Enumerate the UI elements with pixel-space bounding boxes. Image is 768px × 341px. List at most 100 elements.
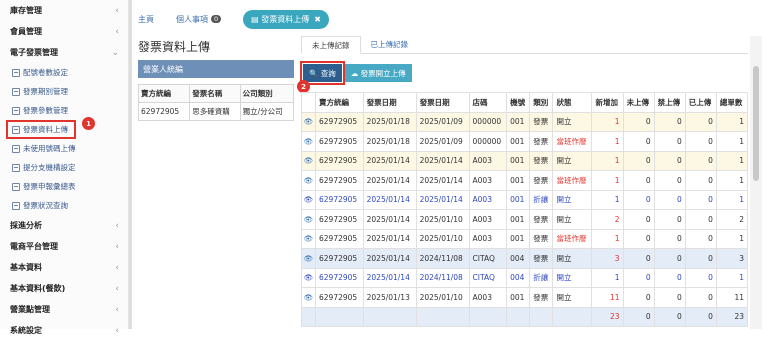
table-cell: 開立 (552, 287, 593, 308)
column-header: 新增加 (591, 92, 624, 113)
column-header: 類別 (529, 92, 554, 113)
column-header: 機號 (506, 92, 531, 113)
table-cell: 0 (684, 287, 717, 308)
table-cell: 2025/01/14 (362, 228, 417, 249)
table-cell: 2024/11/08 (415, 248, 470, 269)
sidebar-subitem[interactable]: 配號卷數設定 (0, 63, 128, 82)
sidebar-item-sites[interactable]: 營業點管理 ‹ (0, 299, 128, 320)
sidebar-item-label: 基本資料 (10, 263, 42, 272)
table-row[interactable]: 👁 62972905 2025/01/14 2025/01/14 A003 001 發票 開立… (301, 150, 749, 171)
table-cell: A003 (468, 170, 508, 191)
button-label: 發票開立上傳 (360, 68, 406, 78)
sidebar-item-einvoice[interactable]: 電子發票管理 ⌄ (0, 42, 128, 63)
view-icon[interactable]: 👁 (301, 267, 316, 288)
sidebar-subitem[interactable]: 未使用號碼上傳 (0, 139, 128, 158)
sidebar-subitem[interactable]: 發票參數管理 (0, 101, 128, 120)
view-icon[interactable]: 👁 (301, 248, 316, 269)
table-cell (506, 306, 531, 327)
tab-uploaded[interactable]: 已上傳記錄 (361, 36, 419, 53)
table-cell: 001 (506, 287, 531, 308)
table-cell: 2025/01/13 (362, 287, 417, 308)
table-cell: 62972905 (315, 267, 364, 288)
view-icon[interactable]: 👁 (301, 150, 316, 171)
table-cell: 001 (506, 150, 531, 171)
table-row[interactable]: 👁 62972905 2025/01/18 2025/01/09 000000 001 發票… (301, 111, 749, 132)
view-icon[interactable]: 👁 (301, 111, 316, 132)
table-cell: 1 (715, 228, 749, 249)
view-icon[interactable]: 👁 (301, 209, 316, 230)
table-cell: 001 (506, 209, 531, 230)
table-row[interactable]: 👁 62972905 2025/01/14 2025/01/14 A003 001 發票 當班… (301, 170, 749, 191)
sidebar-item-basic-food[interactable]: 基本資料(餐飲) ‹ (0, 278, 128, 299)
table-cell: CITAQ (468, 267, 508, 288)
table-cell: 1 (715, 150, 749, 171)
table-cell: 開立 (552, 248, 593, 269)
tab-home[interactable]: 主頁 (138, 14, 154, 25)
scrollbar[interactable] (750, 36, 762, 329)
sidebar-item-label: 電商平台管理 (10, 242, 58, 251)
view-icon[interactable]: 👁 (301, 131, 316, 152)
close-icon[interactable]: ✖ (314, 15, 321, 24)
table-cell: 當班作廢 (552, 131, 593, 152)
sidebar-subitem[interactable]: 發票申報彙總表 (0, 177, 128, 196)
table-cell: 62972905 (315, 131, 364, 152)
table-row[interactable]: 👁 62972905 2025/01/14 2025/01/10 A003 001 發票 開立… (301, 209, 749, 230)
sidebar-item-label: 營業點管理 (10, 305, 50, 314)
sidebar-subitem-label: 發票申報彙總表 (23, 182, 76, 191)
table-cell: A003 (468, 228, 508, 249)
upload-button[interactable]: ☁ 發票開立上傳 (344, 64, 412, 82)
sidebar-subitem[interactable]: 發票期別管理 (0, 82, 128, 101)
form-icon (12, 201, 20, 210)
view-icon[interactable]: 👁 (301, 287, 316, 308)
records-panel: 未上傳記錄 已上傳記錄 🔍 查詢 ☁ 發票開立上傳 2 賣方統編 發票日期 發票… (297, 36, 749, 327)
table-cell: 62972905 (315, 287, 364, 308)
sidebar-subitem[interactable]: 提分支機構設定 (0, 158, 128, 177)
tab-label: 發票資料上傳 (261, 14, 310, 24)
sidebar-item-analysis[interactable]: 採進分析 ‹ (0, 215, 128, 236)
table-cell (362, 306, 417, 327)
table-cell: 001 (506, 228, 531, 249)
table-row[interactable]: 👁 62972905 2025/01/14 2024/11/08 CITAQ 004 折讓開… (301, 267, 749, 288)
table-cell: 0 (684, 248, 717, 269)
column-header (301, 92, 316, 113)
table-cell: 11 (715, 287, 749, 308)
table-cell: 1 (591, 150, 624, 171)
view-icon[interactable]: 👁 (301, 189, 316, 210)
table-cell: 2025/01/14 (415, 150, 470, 171)
table-cell: 當班作廢 (552, 170, 593, 191)
table-cell: 2 (715, 209, 749, 230)
table-cell: 0 (684, 170, 717, 191)
table-cell: 2025/01/14 (415, 189, 470, 210)
table-cell: 0 (622, 209, 655, 230)
table-cell: 2 (591, 209, 624, 230)
table-row[interactable]: 👁 62972905 2025/01/18 2025/01/09 000000 001 發票… (301, 131, 749, 152)
table-cell: 0 (653, 131, 686, 152)
view-icon[interactable]: 👁 (301, 228, 316, 249)
tab-invoice-upload[interactable]: ▤ 發票資料上傳 ✖ (243, 9, 329, 29)
sidebar-subitem[interactable]: 發票狀況查詢 (0, 196, 128, 215)
view-icon[interactable]: 👁 (301, 170, 316, 191)
sidebar-item-members[interactable]: 會員管理 ‹ (0, 21, 128, 42)
sidebar-item-ecommerce[interactable]: 電商平台管理 ‹ (0, 236, 128, 257)
sidebar-item-basic[interactable]: 基本資料 ‹ (0, 257, 128, 278)
table-cell: 0 (622, 267, 655, 288)
sidebar-subitem-label: 發票資料上傳 (23, 125, 68, 134)
sidebar-subitem-label: 發票參數管理 (23, 106, 68, 115)
table-row[interactable]: 👁 62972905 2025/01/13 2025/01/10 A003 001 發票 開立… (301, 287, 749, 308)
tab-pending[interactable]: 未上傳記錄 (301, 36, 361, 54)
form-icon (12, 87, 20, 96)
table-row[interactable]: 62972905 思多確資購 獨立/分公司 (137, 102, 295, 121)
sidebar-item-settings[interactable]: 系統設定 ‹ (0, 320, 128, 341)
table-cell: 2025/01/09 (415, 111, 470, 132)
table-row[interactable]: 👁 62972905 2025/01/14 2025/01/10 A003 001 發票 當班… (301, 228, 749, 249)
divider (129, 0, 132, 329)
table-row[interactable]: 👁 62972905 2025/01/14 2025/01/14 A003 001 折讓 開立… (301, 189, 749, 210)
table-row[interactable]: 👁 62972905 2025/01/14 2024/11/08 CITAQ 004 發票開… (301, 248, 749, 269)
sidebar-item-inventory[interactable]: 庫存管理 ‹ (0, 0, 128, 21)
scrollbar-thumb[interactable] (753, 66, 759, 181)
tab-personal[interactable]: 個人事項 0 (176, 14, 222, 25)
table-cell: 發票 (529, 150, 554, 171)
sidebar-subitem-active[interactable]: 發票資料上傳 (6, 120, 76, 139)
query-button[interactable]: 🔍 查詢 (300, 61, 345, 85)
table-cell: 62972905 (137, 102, 191, 121)
